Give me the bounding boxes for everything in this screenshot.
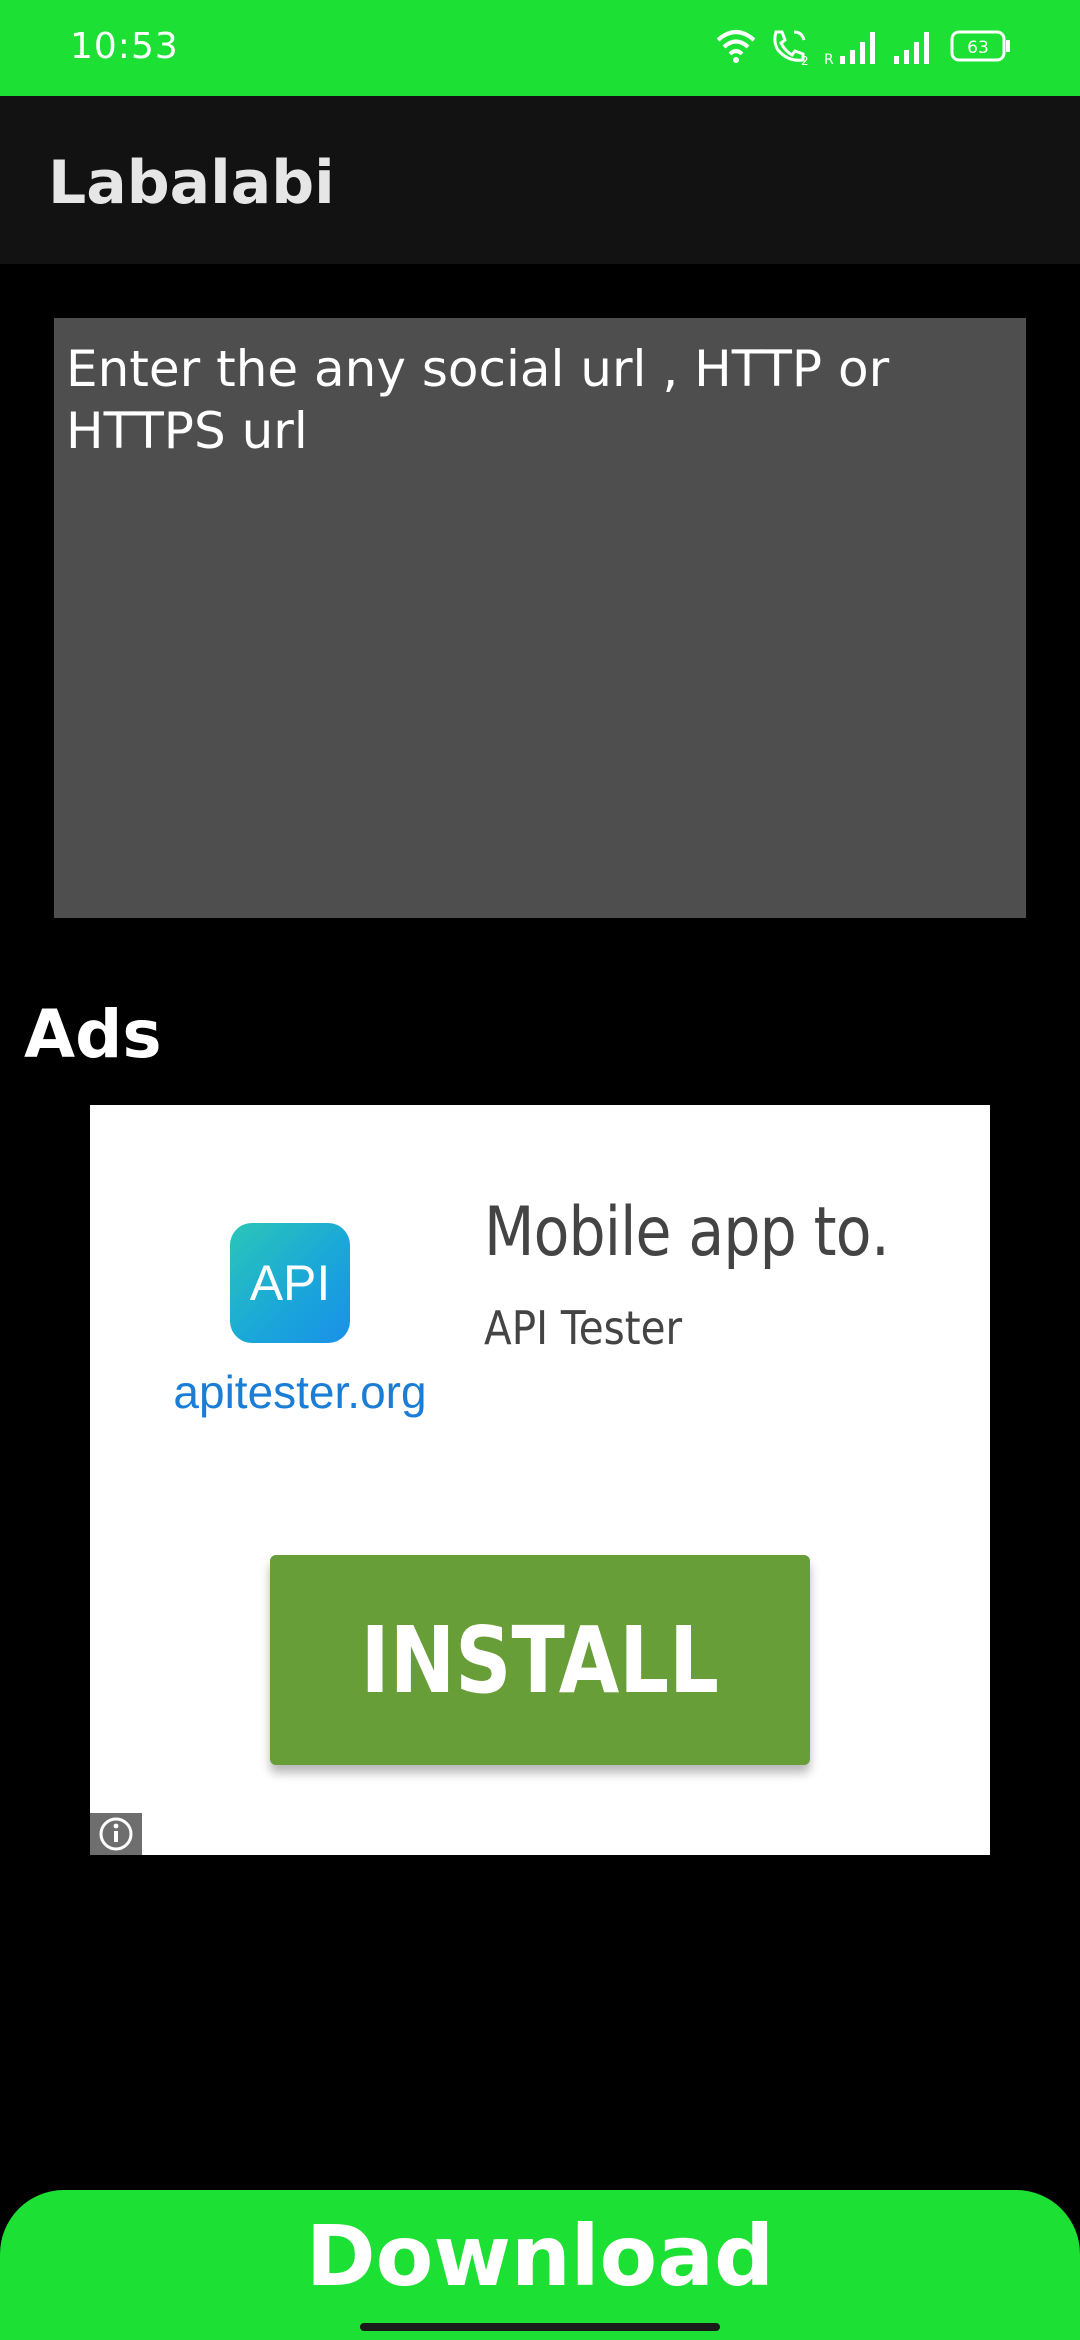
api-logo-badge: API: [230, 1223, 350, 1343]
battery-level: 63: [967, 38, 989, 58]
ad-info-button[interactable]: [90, 1813, 142, 1855]
svg-text:R: R: [824, 52, 834, 66]
status-icons: 2 R 63: [714, 26, 1014, 70]
ad-headline[interactable]: Mobile app to…: [484, 1193, 888, 1272]
screen: 10:53 2 R 63 Labalabi Enter the any soci…: [0, 0, 1080, 2340]
download-button-label: Download: [305, 2207, 775, 2305]
ad-logo[interactable]: API apitester.org: [150, 1215, 450, 1465]
status-time: 10:53: [70, 26, 179, 67]
ad-advertiser[interactable]: API Tester: [484, 1301, 682, 1355]
info-icon: [99, 1817, 133, 1851]
app-title: Labalabi: [48, 148, 335, 218]
install-button-label: INSTALL: [360, 1606, 720, 1714]
ad-card[interactable]: API apitester.org Mobile app to… API Tes…: [90, 1105, 990, 1855]
wifi-calling-icon: 2: [773, 30, 809, 66]
api-logo-domain: apitester.org: [173, 1366, 427, 1418]
install-button[interactable]: INSTALL: [270, 1555, 810, 1765]
download-button[interactable]: Download: [0, 2190, 1080, 2340]
svg-text:2: 2: [801, 54, 809, 66]
home-indicator[interactable]: [360, 2323, 720, 2331]
wifi-icon: [716, 30, 756, 63]
signal-roaming-icon: R: [824, 32, 875, 66]
battery-icon: 63: [950, 30, 1010, 62]
status-bar: 10:53 2 R 63: [0, 0, 1080, 96]
url-input[interactable]: [54, 318, 1026, 918]
app-bar: Labalabi: [0, 96, 1080, 264]
signal-icon: [894, 32, 929, 64]
ads-heading: Ads: [24, 996, 162, 1073]
